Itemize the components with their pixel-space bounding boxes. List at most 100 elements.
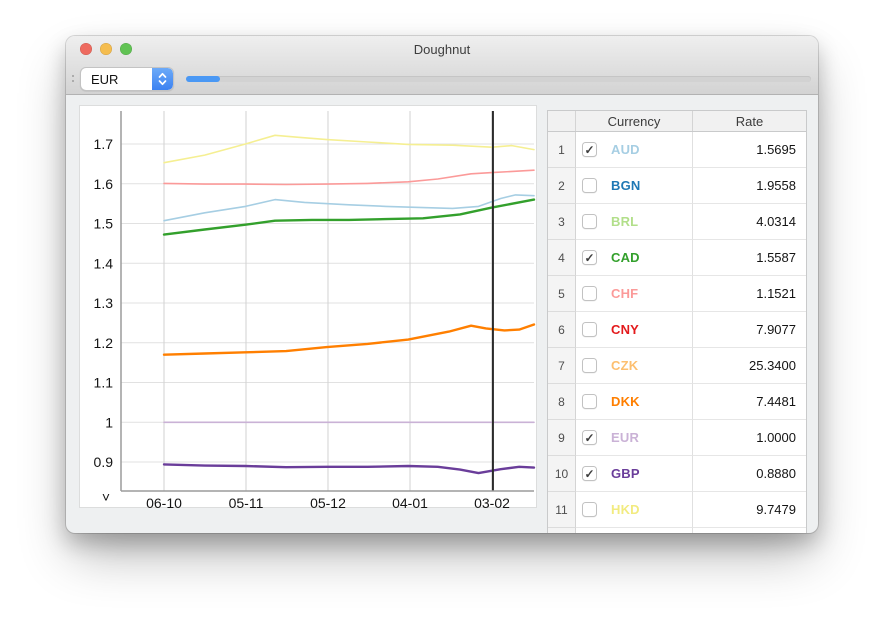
window-chrome: Doughnut EUR [66, 36, 818, 95]
row-number: 9 [548, 420, 576, 456]
currency-code: AUD [611, 142, 640, 157]
currency-cell: CNY [576, 312, 693, 348]
table-row[interactable]: 3 BRL 4.0314 [548, 204, 806, 240]
rate-value: 1.0000 [693, 420, 806, 456]
rate-value: 0.8880 [693, 456, 806, 492]
x-tick-label: 06-10 [146, 495, 182, 510]
currency-checkbox[interactable]: ✓ [582, 430, 597, 445]
currency-checkbox[interactable] [582, 358, 597, 373]
currency-combobox[interactable]: EUR [80, 67, 174, 91]
row-number: 7 [548, 348, 576, 384]
table-row[interactable]: 9 ✓ EUR 1.0000 [548, 420, 806, 456]
currency-column-header[interactable]: Currency [576, 111, 693, 131]
currency-checkbox[interactable]: ✓ [582, 250, 597, 265]
y-tick-label: 1.1 [94, 375, 114, 391]
row-number: 2 [548, 168, 576, 204]
y-tick-label: 1 [105, 414, 113, 430]
row-number: 11 [548, 492, 576, 528]
table-row[interactable]: 6 CNY 7.9077 [548, 312, 806, 348]
table-row[interactable] [548, 528, 806, 533]
series-lightblue-line [164, 195, 534, 221]
series-pink-line [164, 170, 534, 184]
x-tick-label: 04-01 [392, 495, 428, 510]
table-row[interactable]: 5 CHF 1.1521 [548, 276, 806, 312]
currency-checkbox[interactable]: ✓ [582, 142, 597, 157]
y-tick-label: 1.3 [94, 295, 114, 311]
currency-code: HKD [611, 502, 640, 517]
currency-cell: ✓ GBP [576, 456, 693, 492]
rate-value [693, 528, 806, 533]
row-number: 8 [548, 384, 576, 420]
currency-checkbox[interactable]: ✓ [582, 466, 597, 481]
y-tick-label: 1.7 [94, 136, 114, 152]
currency-cell: ✓ CAD [576, 240, 693, 276]
currency-cell: ✓ EUR [576, 420, 693, 456]
x-tick-label: 05-11 [229, 495, 264, 510]
row-number: 1 [548, 132, 576, 168]
toolbar-drag-handle-icon[interactable] [68, 75, 78, 82]
currency-cell: ✓ AUD [576, 132, 693, 168]
toolbar-slider[interactable] [186, 76, 811, 82]
x-tick-label: 05-12 [310, 495, 346, 510]
currency-checkbox[interactable] [582, 178, 597, 193]
currency-cell: BGN [576, 168, 693, 204]
currency-checkbox[interactable] [582, 322, 597, 337]
chart-panel[interactable]: 0.911.11.21.31.41.51.61.706-1005-1105-12… [79, 105, 537, 508]
currency-checkbox[interactable] [582, 214, 597, 229]
row-number: 6 [548, 312, 576, 348]
rate-value: 7.9077 [693, 312, 806, 348]
rate-value: 25.3400 [693, 348, 806, 384]
table-header: Currency Rate [548, 111, 806, 132]
currency-code: BGN [611, 178, 641, 193]
rate-value: 9.7479 [693, 492, 806, 528]
rate-value: 1.9558 [693, 168, 806, 204]
currency-code: GBP [611, 466, 640, 481]
slider-fill [186, 76, 220, 82]
rate-value: 1.1521 [693, 276, 806, 312]
table-row[interactable]: 11 HKD 9.7479 [548, 492, 806, 528]
row-number: 10 [548, 456, 576, 492]
y-tick-label: 0.9 [94, 454, 114, 470]
currency-cell: CZK [576, 348, 693, 384]
currency-table: Currency Rate 1 ✓ AUD 1.5695 2 BGN 1.955… [547, 110, 807, 533]
table-row[interactable]: 1 ✓ AUD 1.5695 [548, 132, 806, 168]
series-orange-line [164, 325, 534, 355]
currency-code: CAD [611, 250, 640, 265]
row-number-header [548, 111, 576, 131]
rate-value: 1.5695 [693, 132, 806, 168]
rate-value: 1.5587 [693, 240, 806, 276]
currency-combobox-value: EUR [81, 68, 152, 90]
y-tick-label: 1.2 [94, 335, 114, 351]
currency-cell [576, 528, 693, 533]
currency-code: CZK [611, 358, 638, 373]
series-yellow-line [164, 135, 534, 162]
rate-value: 4.0314 [693, 204, 806, 240]
window-title: Doughnut [66, 36, 818, 62]
table-row[interactable]: 10 ✓ GBP 0.8880 [548, 456, 806, 492]
currency-code: DKK [611, 394, 640, 409]
table-row[interactable]: 7 CZK 25.3400 [548, 348, 806, 384]
app-window: Doughnut EUR 0.911 [66, 36, 818, 533]
row-number: 5 [548, 276, 576, 312]
currency-checkbox[interactable] [582, 502, 597, 517]
currency-code: CHF [611, 286, 638, 301]
desktop: Doughnut EUR 0.911 [0, 0, 888, 623]
currency-checkbox[interactable] [582, 286, 597, 301]
titlebar[interactable]: Doughnut [66, 36, 818, 62]
rates-line-chart[interactable]: 0.911.11.21.31.41.51.61.706-1005-1105-12… [79, 105, 539, 510]
currency-cell: DKK [576, 384, 693, 420]
currency-code: CNY [611, 322, 639, 337]
axis-overflow-indicator-icon[interactable]: ˅ [102, 489, 110, 505]
rate-value: 7.4481 [693, 384, 806, 420]
currency-code: EUR [611, 430, 639, 445]
currency-checkbox[interactable] [582, 394, 597, 409]
currency-code: BRL [611, 214, 638, 229]
table-row[interactable]: 8 DKK 7.4481 [548, 384, 806, 420]
y-tick-label: 1.4 [94, 255, 114, 271]
table-row[interactable]: 2 BGN 1.9558 [548, 168, 806, 204]
toolbar: EUR [66, 62, 818, 95]
currency-cell: HKD [576, 492, 693, 528]
rate-column-header[interactable]: Rate [693, 111, 806, 131]
stepper-icon[interactable] [152, 68, 173, 90]
table-row[interactable]: 4 ✓ CAD 1.5587 [548, 240, 806, 276]
